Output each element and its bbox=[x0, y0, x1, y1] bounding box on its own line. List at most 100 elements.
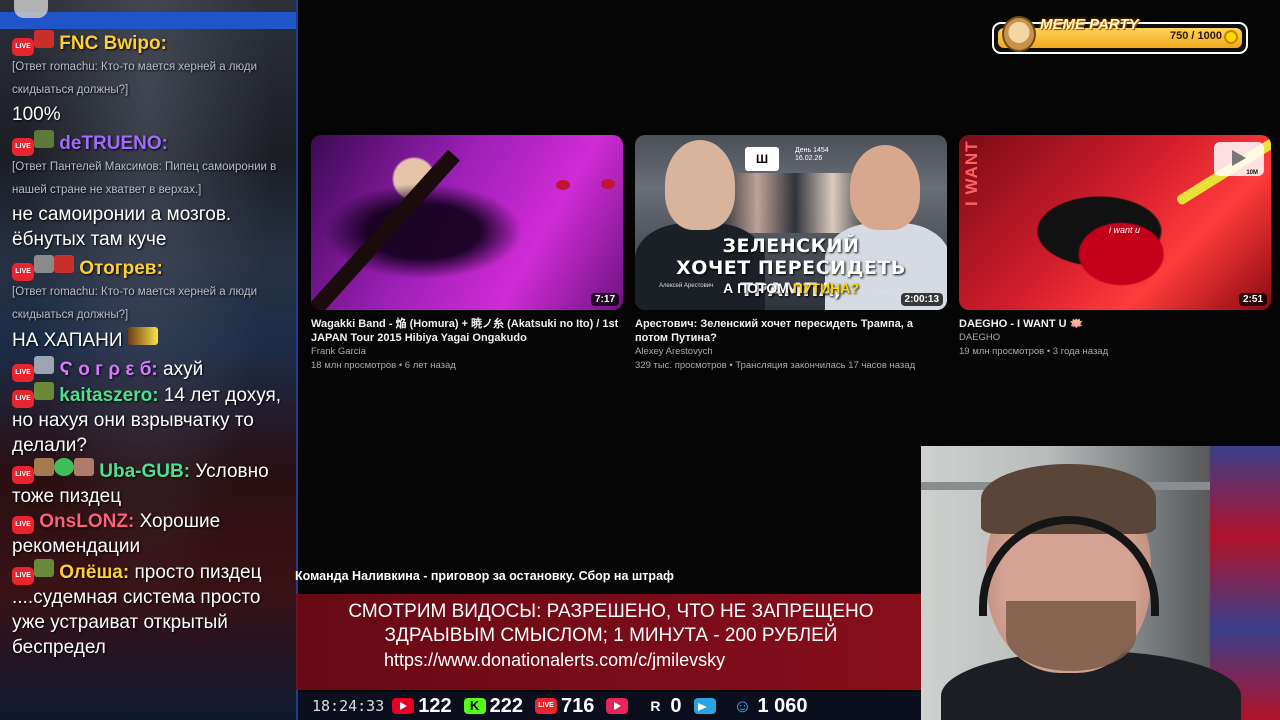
chat-reply-quote: [Ответ romachu: Кто-то мается херней а л… bbox=[12, 61, 257, 96]
chat-message: LIVE Uba-GUB: Условно тоже пиздец bbox=[12, 458, 296, 509]
telegram-link bbox=[693, 698, 720, 714]
live-icon: LIVE bbox=[535, 698, 557, 714]
thumbnail-side-text: I WANT U bbox=[962, 135, 981, 206]
video-card[interactable]: 7:17 Wagakki Band - 焔 (Homura) + 暁ノ糸 (Ak… bbox=[311, 135, 623, 373]
webcam-overlay bbox=[921, 446, 1280, 720]
chat-nick[interactable]: Uba-GUB: bbox=[99, 461, 190, 482]
chat-panel: LIVE FNC Bwipo: [Ответ romachu: Кто-то м… bbox=[0, 0, 298, 720]
chat-text-part: НА ХАПАНИ bbox=[12, 330, 123, 351]
thumbnail-shirt-text: i want u bbox=[1109, 225, 1141, 235]
video-thumbnail[interactable]: Ш День 1454 16.02.26 ЗЕЛЕНСКИЙ ХОЧЕТ ПЕРЕС… bbox=[635, 135, 947, 310]
video-duration: 2:51 bbox=[1238, 293, 1267, 306]
thumbnail-name-tag: Алексей Арестович bbox=[659, 283, 714, 289]
user-icon: ☺ bbox=[733, 696, 752, 716]
coin-icon bbox=[1224, 30, 1238, 44]
chat-message: LIVE deTRUENO: [Ответ Пантелей Максимов:… bbox=[12, 127, 296, 252]
video-thumbnail[interactable]: 7:17 bbox=[311, 135, 623, 310]
thumbnail-day-label: День 1454 16.02.26 bbox=[795, 147, 829, 163]
rutube-icon: R bbox=[650, 698, 661, 714]
chat-nick[interactable]: kaitaszero: bbox=[59, 385, 158, 406]
kick-icon: K bbox=[463, 698, 486, 714]
rutube-viewers: R0 bbox=[644, 695, 681, 718]
chat-nick[interactable]: FNC Bwipo: bbox=[59, 33, 167, 54]
meme-party-count: 750 / 1000 bbox=[1170, 30, 1222, 42]
video-meta: 19 млн просмотров • 3 года назад bbox=[959, 346, 1109, 357]
chat-reply-quote: [Ответ Пантелей Максимов: Пипец самоирон… bbox=[12, 161, 277, 196]
donation-promo-banner: СМОТРИМ ВИДОСЫ: РАЗРЕШЕНО, ЧТО НЕ ЗАПРЕЩ… bbox=[296, 594, 926, 690]
thumbnail-person bbox=[850, 145, 920, 230]
shield-icon bbox=[54, 458, 74, 476]
meme-party-widget: MEME PARTY 750 / 1000 bbox=[992, 16, 1248, 54]
total-count: 1 060 bbox=[757, 694, 808, 717]
video-title[interactable]: DAEGHO - I WANT U 🪷 bbox=[959, 317, 1271, 331]
avatar bbox=[14, 0, 48, 18]
day-label: День 1454 bbox=[795, 147, 829, 154]
tuning-peg bbox=[601, 179, 615, 189]
chat-nick[interactable]: Олёша: bbox=[59, 562, 129, 583]
video-title[interactable]: Арестович: Зеленский хочет пересидеть Тр… bbox=[635, 317, 947, 345]
thumbnail-group-photo bbox=[720, 173, 870, 233]
clock: 18:24:33 bbox=[312, 697, 385, 715]
badge-icon bbox=[74, 458, 94, 476]
emote-icon bbox=[127, 327, 158, 345]
tuning-peg bbox=[556, 180, 570, 190]
live-badge-icon: LIVE bbox=[12, 567, 34, 585]
rutube-count: 0 bbox=[670, 694, 682, 717]
badge-icon bbox=[34, 255, 54, 273]
play-icon bbox=[606, 698, 629, 714]
stream-stats-bar: 18:24:33 122 K 222 LIVE 716 R0 ☺ 1 060 bbox=[298, 692, 921, 720]
badge-icon bbox=[34, 559, 54, 577]
headline-part: А ПОТОМ bbox=[723, 280, 793, 296]
video-channel[interactable]: Alexey Arestovych bbox=[635, 345, 947, 359]
chat-message: LIVE FNC Bwipo: [Ответ romachu: Кто-то м… bbox=[12, 30, 296, 127]
badge-icon bbox=[34, 130, 54, 148]
youtube-count: 122 bbox=[418, 694, 452, 717]
chat-message: LIVE Отогрев: [Ответ romachu: Кто-то мае… bbox=[12, 252, 296, 353]
chat-nick[interactable]: OnsLONZ: bbox=[39, 511, 134, 532]
video-meta: 18 млн просмотров • 6 лет назад bbox=[311, 360, 456, 371]
donation-link[interactable]: https://www.donationalerts.com/c/jmilevs… bbox=[296, 648, 926, 672]
day-date: 16.02.26 bbox=[795, 155, 823, 162]
chat-nick[interactable]: Ϛ о г ρ ε б: bbox=[59, 359, 157, 380]
channel-logo-icon: Ш bbox=[745, 147, 779, 171]
live-badge-icon: LIVE bbox=[12, 38, 34, 56]
badge-icon bbox=[34, 356, 54, 374]
youtube-viewers: 122 bbox=[392, 694, 452, 718]
chat-text: не самоиронии а мозгов. ёбнутых там куче bbox=[12, 204, 232, 250]
video-card[interactable]: I WANT U i want u 10M 2:51 DAEGHO - I WA… bbox=[959, 135, 1271, 359]
live-badge-icon: LIVE bbox=[12, 263, 34, 281]
headline-line: ЗЕЛЕНСКИЙ bbox=[722, 235, 860, 257]
chat-text: 100% bbox=[12, 104, 61, 125]
video-thumbnail[interactable]: I WANT U i want u 10M 2:51 bbox=[959, 135, 1271, 310]
play-triangle-icon bbox=[1232, 150, 1246, 166]
chat-nick[interactable]: Отогрев: bbox=[79, 258, 163, 279]
headline-highlight: ПУТИНА? bbox=[792, 280, 859, 296]
total-viewers: ☺ 1 060 bbox=[732, 694, 808, 718]
video-title[interactable]: Wagakki Band - 焔 (Homura) + 暁ノ糸 (Akatsuk… bbox=[311, 317, 623, 345]
chat-message-list: LIVE FNC Bwipo: [Ответ romachu: Кто-то м… bbox=[12, 30, 296, 660]
video-card[interactable]: Ш День 1454 16.02.26 ЗЕЛЕНСКИЙ ХОЧЕТ ПЕРЕС… bbox=[635, 135, 947, 373]
video-duration: 7:17 bbox=[590, 293, 619, 306]
live-count: 716 bbox=[561, 694, 595, 717]
youtube-icon bbox=[392, 698, 415, 714]
chat-message: LIVE kaitaszero: 14 лет дохуя, но нахуя … bbox=[12, 382, 296, 458]
badge-icon bbox=[54, 255, 74, 273]
kick-count: 222 bbox=[489, 694, 523, 717]
chat-nick[interactable]: deTRUENO: bbox=[59, 133, 168, 154]
doge-icon bbox=[1002, 16, 1036, 52]
chat-message: LIVE Ϛ о г ρ ε б: ахуй bbox=[12, 353, 296, 382]
instrument-neck bbox=[311, 149, 460, 310]
live-badge-icon: LIVE bbox=[12, 466, 34, 484]
news-ticker: Команда Наливкина - приговор за остановк… bbox=[295, 569, 674, 583]
badge-icon bbox=[34, 382, 54, 400]
play-icon: 10M bbox=[1214, 142, 1264, 176]
video-channel[interactable]: Frank Garcia bbox=[311, 345, 623, 359]
badge-icon bbox=[34, 30, 54, 48]
live-badge-icon: LIVE bbox=[12, 516, 34, 534]
telegram-icon bbox=[693, 698, 716, 714]
chat-message: LIVE OnsLONZ: Хорошие рекомендации bbox=[12, 509, 296, 559]
badge-icon bbox=[34, 458, 54, 476]
video-channel[interactable]: DAEGHO bbox=[959, 331, 1271, 345]
chat-text: НА ХАПАНИ bbox=[12, 327, 296, 353]
live-badge-icon: LIVE bbox=[12, 138, 34, 156]
